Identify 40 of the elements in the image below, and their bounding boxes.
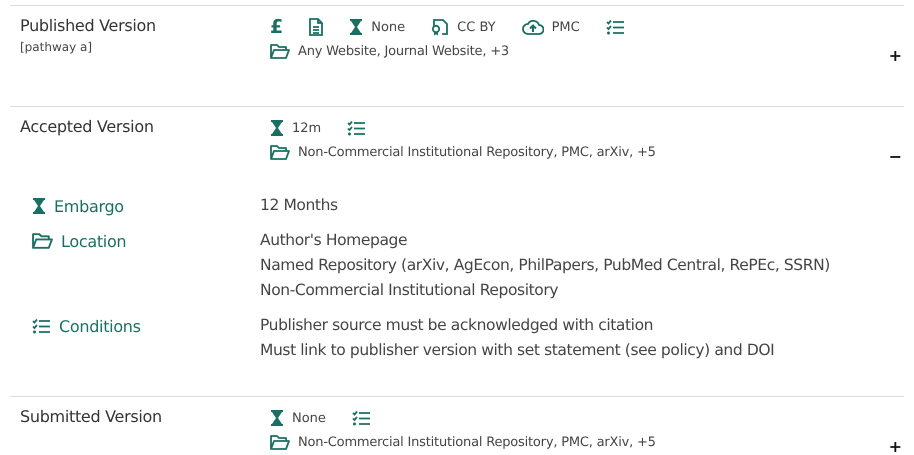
detail-value: Named Repository (arXiv, AgEcon, PhilPapers, PubMed Central, RePEc, SSRN) [260,255,830,276]
detail-label: Conditions [59,316,141,336]
badge-label: CC BY [457,20,496,34]
detail-label: Embargo [54,196,124,216]
hourglass-icon [32,197,46,215]
hourglass-icon [270,119,284,137]
folder-icon [270,44,290,59]
detail-value: Author's Homepage [260,230,408,251]
checklist-icon [32,318,51,334]
document-icon [309,18,324,36]
license-icon [431,18,450,36]
detail-value: Non-Commercial Institutional Repository [260,280,560,301]
checklist-icon [347,120,366,136]
detail-label: Location [61,232,126,250]
checklist-icon [352,410,371,426]
checklist-icon [606,19,625,35]
hourglass-icon [349,18,364,36]
cloud-upload-icon [522,19,544,35]
location-summary: Non-Commercial Institutional Repository, PMC, arXiv, +5 [298,435,656,450]
location-summary: Non-Commercial Institutional Repository, PMC, arXiv, +5 [298,145,656,160]
badge-label: None [292,410,326,426]
folder-icon [270,435,290,450]
folder-icon [32,233,53,249]
location-summary: Any Website, Journal Website, +3 [298,44,509,59]
pathway-label: [pathway a] [20,40,94,54]
expand-toggle[interactable]: − [886,147,904,166]
version-title: Submitted Version [20,407,163,427]
pound-icon: £ [270,16,284,38]
hourglass-icon [270,409,284,427]
expand-toggle[interactable]: + [886,437,904,455]
folder-icon [270,145,290,160]
badge-label: None [371,20,406,34]
expand-toggle[interactable]: + [886,46,904,65]
detail-value: 12 Months [260,195,338,216]
detail-value: Publisher source must be acknowledged with citation [260,315,654,336]
badge-label: PMC [552,20,580,34]
detail-value: Must link to publisher version with set statement (see policy) and DOI [260,340,774,361]
version-title: Published Version [20,16,157,36]
badge-label: 12m [292,120,322,136]
version-title: Accepted Version [20,117,155,137]
